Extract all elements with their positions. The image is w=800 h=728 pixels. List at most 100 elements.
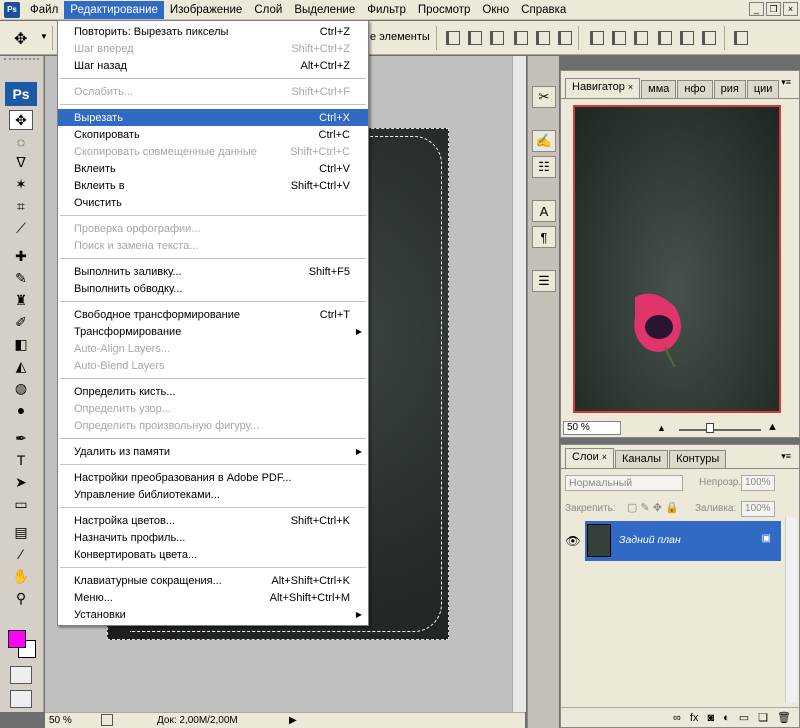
edit-menu-item[interactable]: Свободное трансформирование Ctrl+T [58,306,368,323]
edit-menu-item[interactable]: Вклеить в Shift+Ctrl+V [58,177,368,194]
distribute-vcenter-icon[interactable] [612,31,626,45]
menu-edit[interactable]: Редактирование [64,0,164,19]
opacity-field[interactable]: 100% [741,475,775,491]
toolbox-grip[interactable] [4,58,39,72]
marquee-tool-icon[interactable]: ◌ [9,132,33,152]
menu-image[interactable]: Изображение [164,1,248,19]
menu-select[interactable]: Выделение [288,1,361,19]
hand-tool-icon[interactable]: ✋ [9,566,33,586]
type-tool-icon[interactable]: T [9,450,33,470]
lock-icons[interactable]: ▢ ✎ ✥ 🔒 [627,501,679,514]
menu-window[interactable]: Окно [476,1,515,19]
new-group-icon[interactable]: ▭ [739,711,749,724]
fill-field[interactable]: 100% [741,501,775,517]
delete-layer-icon[interactable]: 🗑 [777,711,791,724]
paragraph-icon[interactable]: ¶ [532,226,556,248]
link-layers-icon[interactable]: ∞ [673,712,681,724]
distribute-bottom-icon[interactable] [634,31,648,45]
tab-navigator[interactable]: Навигатор × [565,78,641,98]
edit-menu-item[interactable]: Выполнить заливку... Shift+F5 [58,263,368,280]
notes-tool-icon[interactable]: ▤ [9,522,33,542]
healing-brush-icon[interactable]: ✚ [9,246,33,266]
menu-layer[interactable]: Слой [248,1,288,19]
close-icon[interactable]: × [783,2,798,16]
magic-wand-icon[interactable]: ✶ [9,174,33,194]
lasso-tool-icon[interactable]: ᐁ [9,152,33,172]
tab-close-icon[interactable]: × [602,452,607,462]
app-icon[interactable]: Ps [4,1,20,18]
tab-close-icon[interactable]: × [628,82,633,92]
align-bottom-icon[interactable] [490,31,504,45]
panel-menu-icon[interactable]: ▾≡ [781,451,791,462]
edit-menu-item[interactable]: Трансформирование ▶ [58,323,368,340]
edit-menu-item[interactable]: Очистить [58,194,368,211]
layer-mask-icon[interactable]: ◙ [707,712,714,724]
panel-menu-icon[interactable]: ▾≡ [781,77,791,88]
edit-menu-item[interactable]: Удалить из памяти ▶ [58,443,368,460]
tab-paths[interactable]: Контуры [669,450,727,468]
distribute-left-icon[interactable] [658,31,672,45]
layers-scrollbar[interactable] [785,517,797,703]
blur-tool-icon[interactable]: ◍ [9,378,33,398]
menu-file[interactable]: Файл [24,1,64,19]
edit-menu-item[interactable]: Настройки преобразования в Adobe PDF... [58,469,368,486]
move-tool-icon[interactable]: ✥ [14,29,27,49]
edit-menu-item[interactable]: Клавиатурные сокращения... Alt+Shift+Ctrl… [58,572,368,589]
tab-layers[interactable]: Слои × [565,448,615,468]
quick-mask-icon[interactable] [10,666,32,684]
edit-menu-item[interactable]: Назначить профиль... [58,529,368,546]
brush-tool-icon[interactable]: ✎ [9,268,33,288]
menu-filter[interactable]: Фильтр [361,1,412,19]
tab-channels[interactable]: Каналы [615,450,669,468]
edit-menu-item[interactable]: Шаг назад Alt+Ctrl+Z [58,57,368,74]
edit-menu-item[interactable]: Управление библиотеками... [58,486,368,503]
layer-row[interactable]: Задний план ▣ [585,521,781,561]
distribute-hcenter-icon[interactable] [680,31,694,45]
blend-mode-select[interactable]: Нормальный [565,475,683,491]
status-menu-icon[interactable] [101,714,113,726]
clone-stamp-icon[interactable]: ♜ [9,290,33,310]
tab-history[interactable]: рия [713,80,746,98]
clone-source-icon[interactable]: ☷ [532,156,556,178]
edit-menu-item[interactable]: Вырезать Ctrl+X [58,109,368,126]
edit-menu-item[interactable]: Повторить: Вырезать пикселы Ctrl+Z [58,23,368,40]
tab-actions[interactable]: ции [746,80,780,98]
tab-histogram[interactable]: мма [641,80,677,98]
align-top-icon[interactable] [446,31,460,45]
menu-view[interactable]: Просмотр [412,1,477,19]
align-hcenter-icon[interactable] [536,31,550,45]
zoom-tool-icon[interactable]: ⚲ [9,588,33,608]
layer-comps-icon[interactable]: ☰ [532,270,556,292]
edit-menu-item[interactable]: Меню... Alt+Shift+Ctrl+M [58,589,368,606]
tools-preset-icon[interactable]: ✂ [532,86,556,108]
new-layer-icon[interactable]: ❏ [758,711,768,724]
brushes-icon[interactable]: ✍ [532,130,556,152]
path-selection-icon[interactable]: ➤ [9,472,33,492]
crop-tool-icon[interactable]: ⌗ [9,196,33,216]
screen-mode-icon[interactable] [10,690,32,708]
edit-menu-item[interactable]: Определить кисть... [58,383,368,400]
restore-icon[interactable]: ❐ [766,2,781,16]
menu-help[interactable]: Справка [515,1,572,19]
zoom-out-icon[interactable]: ▲ [657,423,666,433]
minimize-icon[interactable]: _ [749,2,764,16]
layer-style-icon[interactable]: fx [690,712,699,724]
edit-menu-item[interactable]: Конвертировать цвета... [58,546,368,563]
align-vcenter-icon[interactable] [468,31,482,45]
vertical-scrollbar[interactable] [512,56,526,712]
dodge-tool-icon[interactable]: ● [9,400,33,420]
chevron-down-icon[interactable]: ▼ [40,32,48,41]
shape-tool-icon[interactable]: ▭ [9,494,33,514]
navigator-zoom-field[interactable]: 50 % [563,421,621,435]
auto-align-icon[interactable] [734,31,748,45]
zoom-level[interactable]: 50 % [49,715,72,726]
tab-info[interactable]: нфо [677,80,713,98]
history-brush-icon[interactable]: ✐ [9,312,33,332]
edit-menu-item[interactable]: Настройка цветов... Shift+Ctrl+K [58,512,368,529]
edit-menu-item[interactable]: Установки ▶ [58,606,368,623]
navigator-thumbnail[interactable] [573,105,781,413]
distribute-top-icon[interactable] [590,31,604,45]
align-right-icon[interactable] [558,31,572,45]
edit-menu-item[interactable]: Вклеить Ctrl+V [58,160,368,177]
character-icon[interactable]: A [532,200,556,222]
